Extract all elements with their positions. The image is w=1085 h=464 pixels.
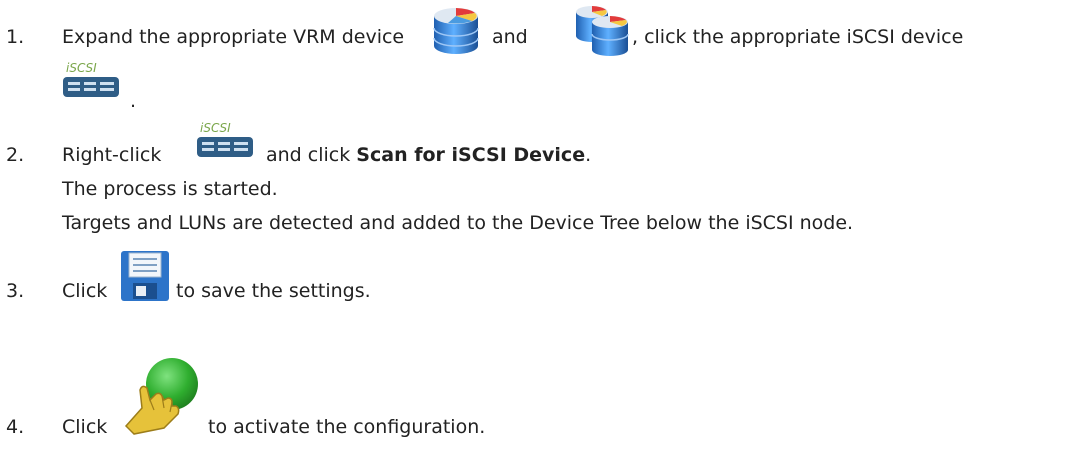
step-text: Click [62, 280, 108, 302]
iscsi-device-icon: iSCSI [62, 62, 128, 112]
step-text: Click [62, 416, 108, 438]
iscsi-device-body [197, 137, 253, 157]
step-text: , click the appropriate iSCSI device [632, 26, 964, 48]
step-text: to activate the configuration. [208, 416, 486, 438]
step-number: 4. [6, 416, 25, 438]
step-text: and click [266, 144, 351, 166]
step-text: and [492, 26, 528, 48]
step-text: to save the settings. [176, 280, 371, 302]
activate-configuration-icon [124, 358, 198, 435]
step-text: Right-click [62, 144, 162, 166]
iscsi-device-icon: iSCSI [196, 122, 262, 164]
step-text: Expand the appropriate VRM device [62, 26, 405, 48]
step-number: 2. [6, 144, 25, 166]
iscsi-icon-label: iSCSI [200, 121, 231, 135]
save-icon [121, 251, 169, 301]
vrm-device-icon [433, 8, 479, 54]
step-text: . [130, 90, 137, 112]
step-2-action: and click Scan for iSCSI Device. [266, 144, 591, 167]
iscsi-device-body [63, 77, 119, 97]
step-number: 1. [6, 26, 25, 48]
step-text: . [585, 144, 592, 166]
vrm-secondary-device-icon [576, 6, 629, 56]
step-number: 3. [6, 280, 25, 302]
step-result-text: Targets and LUNs are detected and added … [62, 212, 854, 234]
step-1-line: Expand the appropriate VRM device [62, 26, 404, 49]
menu-command-name: Scan for iSCSI Device [356, 144, 586, 166]
iscsi-icon-label: iSCSI [66, 61, 97, 75]
step-result-text: The process is started. [62, 178, 278, 200]
